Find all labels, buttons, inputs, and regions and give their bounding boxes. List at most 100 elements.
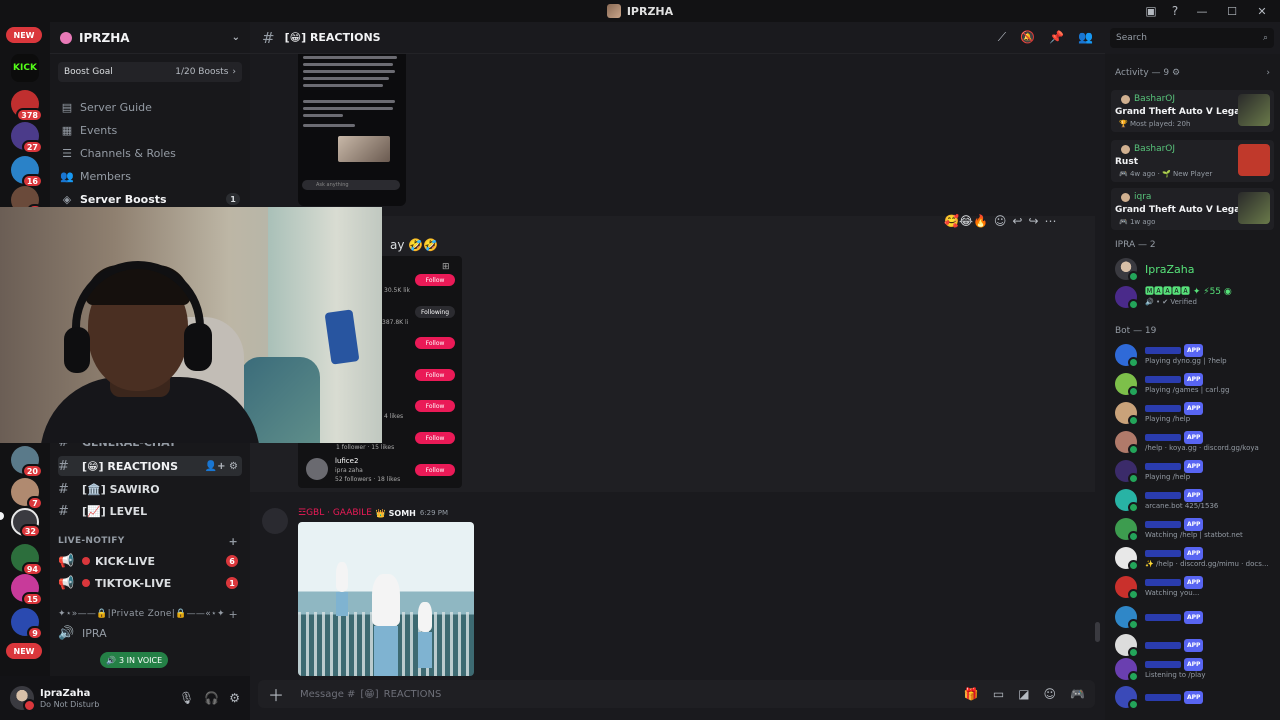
bot-member-item[interactable]: APP Watching /help | statbot.net bbox=[1115, 516, 1275, 542]
server-header[interactable]: IPRZHA ⌄ bbox=[50, 22, 250, 54]
avatar bbox=[1115, 634, 1139, 658]
channel-kick-live[interactable]: 📢 KICK-LIVE 6 bbox=[58, 551, 242, 571]
mute-icon[interactable]: 🔕 bbox=[1020, 30, 1035, 45]
sticker-icon[interactable]: ◪ bbox=[1018, 687, 1029, 701]
bot-member-item[interactable]: APP Playing /help bbox=[1115, 458, 1275, 484]
boost-goal-bar[interactable]: Boost Goal 1/20 Boosts › bbox=[58, 62, 242, 82]
bot-member-item[interactable]: APP bbox=[1115, 684, 1275, 710]
app-badge: APP bbox=[1184, 638, 1204, 652]
bot-member-item[interactable]: APP bbox=[1115, 632, 1275, 658]
bot-member-item[interactable]: APP bbox=[1115, 604, 1275, 630]
screenshot-attachment-1[interactable]: Ask anything bbox=[298, 54, 406, 206]
more-icon[interactable]: ⋯ bbox=[1045, 214, 1057, 228]
category-private-zone[interactable]: ✦⋆»——🔒|Private Zone|🔒——«⋆✦ + bbox=[58, 606, 242, 622]
server-icon-2[interactable]: 27 bbox=[11, 122, 43, 154]
avatar[interactable] bbox=[10, 686, 36, 712]
add-attachment-icon[interactable]: ＋ bbox=[268, 682, 284, 706]
avatar[interactable] bbox=[262, 508, 288, 534]
member-list-icon[interactable]: 👥 bbox=[1078, 30, 1093, 45]
voice-channel-ipra[interactable]: 🔊 IPRA bbox=[58, 623, 242, 643]
channel-level[interactable]: # [📈] LEVEL bbox=[58, 501, 242, 521]
message-input[interactable]: ＋ Message # [😁] REACTIONS 🎁 ▭ ◪ ☺ 🎮 bbox=[258, 680, 1095, 708]
gif-icon[interactable]: ▭ bbox=[993, 687, 1004, 701]
bot-member-item[interactable]: APP Watching you... bbox=[1115, 574, 1275, 600]
minimize-button[interactable]: — bbox=[1190, 2, 1214, 20]
activity-header[interactable]: Activity — 9 ⚙ › bbox=[1115, 68, 1270, 78]
nav-events[interactable]: ▦ Events bbox=[50, 119, 250, 141]
activity-card[interactable]: BasharOJ Grand Theft Auto V Legacy 🏆 Mos… bbox=[1111, 90, 1274, 132]
app-badge: APP bbox=[1184, 402, 1204, 415]
member-item[interactable]: IpraZaha bbox=[1115, 256, 1275, 282]
bot-member-item[interactable]: APP/help · koya.gg · discord.gg/koya bbox=[1115, 429, 1275, 455]
nav-channels-roles[interactable]: ☰ Channels & Roles bbox=[50, 142, 250, 164]
inbox-icon[interactable]: ▣ bbox=[1142, 2, 1160, 20]
server-icon-9[interactable]: 9 bbox=[11, 608, 43, 640]
channel-reactions[interactable]: # [😁] REACTIONS 👤+ ⚙ bbox=[58, 456, 242, 476]
bot-member-item[interactable]: APP Playing /games | carl.gg bbox=[1115, 371, 1275, 397]
threads-icon[interactable]: ⟋ bbox=[998, 30, 1006, 45]
avatar bbox=[1115, 518, 1139, 542]
avatar bbox=[1115, 686, 1139, 710]
pin-icon[interactable]: 📌 bbox=[1049, 30, 1064, 45]
headphones-icon[interactable]: 🎧 bbox=[204, 691, 219, 705]
bot-member-item[interactable]: APP Listening to /play bbox=[1115, 656, 1275, 682]
server-icon-1[interactable]: 378 bbox=[11, 90, 43, 122]
server-icon-6[interactable]: 7 bbox=[11, 478, 43, 510]
channel-sawiro[interactable]: # [🏛️] SAWIRO bbox=[58, 479, 242, 499]
webcam-overlay bbox=[0, 207, 382, 443]
server-icon-5[interactable]: 20 bbox=[11, 446, 43, 478]
bot-member-item[interactable]: APP ✨ /help · discord.gg/mimu · docs... bbox=[1115, 545, 1275, 571]
avatar bbox=[1115, 373, 1139, 397]
channel-settings-icon[interactable]: 👤+ ⚙ bbox=[205, 461, 242, 472]
bot-member-item[interactable]: APP Playing /help bbox=[1115, 400, 1275, 426]
server-icon-3[interactable]: 16 bbox=[11, 156, 43, 188]
category-live-notify[interactable]: LIVE-NOTIFY + bbox=[58, 533, 242, 549]
role-header-bot: Bot — 19 bbox=[1115, 326, 1157, 336]
emoji-icon[interactable]: ☺ bbox=[1044, 687, 1057, 701]
avatar bbox=[306, 458, 328, 480]
maximize-button[interactable]: ☐ bbox=[1220, 2, 1244, 20]
gear-icon[interactable]: ⚙ bbox=[229, 691, 240, 705]
gift-icon[interactable]: 🎁 bbox=[964, 687, 979, 701]
new-badge-bottom[interactable]: NEW bbox=[6, 643, 42, 659]
avatar bbox=[1121, 94, 1130, 104]
member-item[interactable]: 🅼🅰🅰🅰🅰 ✦ ⚡55 ◉ 🔊 • ✔ Verified bbox=[1115, 284, 1275, 310]
server-icon-7[interactable]: 94 bbox=[11, 544, 43, 576]
chat-scrollbar[interactable] bbox=[1095, 622, 1100, 642]
channel-tiktok-live[interactable]: 📢 TIKTOK-LIVE 1 bbox=[58, 573, 242, 593]
live-dot bbox=[82, 557, 90, 565]
microphone-icon[interactable]: 🎙 bbox=[179, 691, 194, 705]
app-badge: APP bbox=[1184, 547, 1204, 560]
game-art-icon bbox=[1238, 192, 1270, 224]
bot-member-item[interactable]: APP Playing dyno.gg | ?help bbox=[1115, 342, 1275, 368]
add-channel-icon[interactable]: + bbox=[228, 535, 242, 548]
image-attachment[interactable] bbox=[298, 522, 474, 676]
megaphone-icon: 📢 bbox=[58, 575, 75, 591]
apps-icon[interactable]: 🎮 bbox=[1070, 687, 1085, 701]
bot-name bbox=[1145, 641, 1181, 649]
megaphone-icon: 📢 bbox=[58, 553, 75, 569]
avatar bbox=[1115, 286, 1139, 310]
reply-icon[interactable]: ↩ bbox=[1012, 214, 1022, 228]
bot-name bbox=[1145, 492, 1181, 499]
new-badge[interactable]: NEW bbox=[6, 27, 42, 43]
forward-icon[interactable]: ↪ bbox=[1028, 214, 1038, 228]
game-art-icon bbox=[1238, 94, 1270, 126]
close-button[interactable]: ✕ bbox=[1250, 2, 1274, 20]
in-voice-pill[interactable]: 🔊 3 IN VOICE bbox=[100, 652, 169, 668]
search-input[interactable]: Search ⌕ bbox=[1110, 28, 1274, 48]
add-reaction-icon[interactable]: ☺ bbox=[994, 214, 1007, 228]
nav-members[interactable]: 👥 Members bbox=[50, 165, 250, 187]
chevron-right-icon[interactable]: › bbox=[1266, 68, 1270, 78]
activity-card[interactable]: iqra Grand Theft Auto V Legacy 🎮 1w ago bbox=[1111, 188, 1274, 230]
server-icon-8[interactable]: 15 bbox=[11, 574, 43, 606]
bot-member-item[interactable]: APP arcane.bot 425/1536 bbox=[1115, 487, 1275, 513]
nav-server-guide[interactable]: ▤ Server Guide bbox=[50, 96, 250, 118]
add-channel-icon[interactable]: + bbox=[228, 608, 242, 621]
live-dot bbox=[82, 579, 90, 587]
server-iprzha[interactable]: 32 bbox=[11, 508, 41, 538]
help-icon[interactable]: ? bbox=[1166, 2, 1184, 20]
server-logo-icon bbox=[60, 31, 72, 44]
server-kick[interactable]: KICK bbox=[11, 54, 39, 82]
activity-card[interactable]: BasharOJ Rust 🎮 4w ago · 🌱 New Player bbox=[1111, 140, 1274, 182]
